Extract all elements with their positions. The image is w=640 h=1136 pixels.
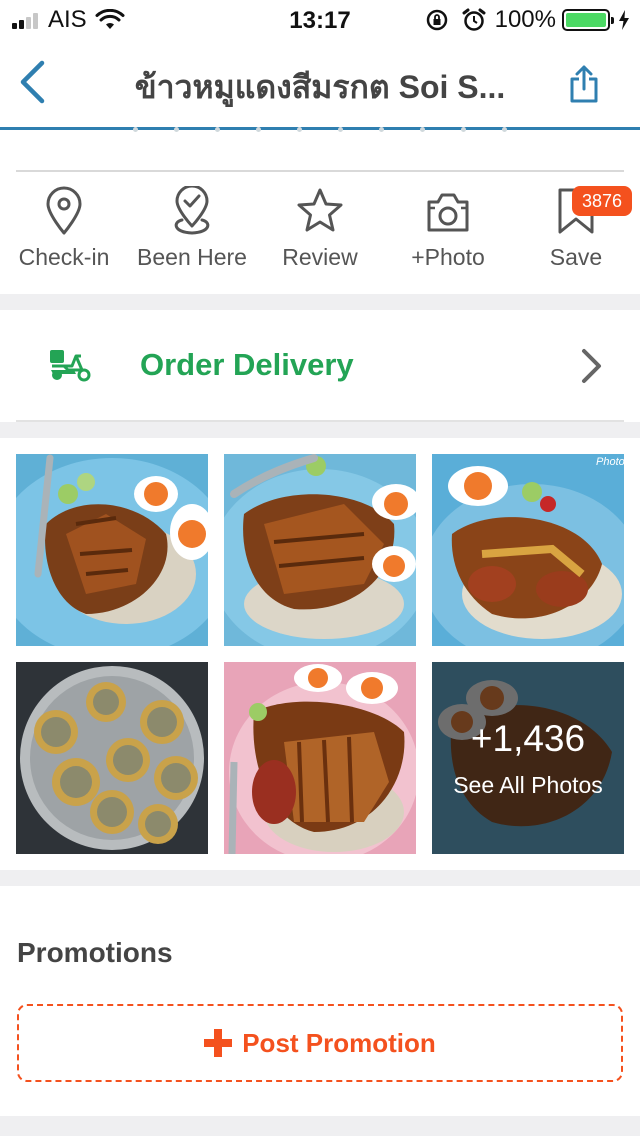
scooter-icon [50,350,91,382]
post-promotion-button[interactable]: Post Promotion [17,1004,623,1082]
post-promotion-label: Post Promotion [242,1027,436,1058]
been-here-button[interactable]: Been Here [128,186,256,286]
star-icon [297,188,343,232]
add-photo-label: +Photo [411,244,485,270]
been-here-label: Been Here [137,244,247,270]
section-gap [0,870,640,886]
save-count-badge: 3876 [572,186,632,216]
battery-percent: 100% [494,6,556,33]
charging-icon [619,10,629,30]
pin-check-icon [174,186,210,235]
order-delivery-label: Order Delivery [140,347,354,382]
chevron-right-icon [582,349,601,383]
soup-photo[interactable] [16,662,208,854]
food-photo-5[interactable] [224,662,416,854]
section-gap [0,1116,640,1136]
page-indicator-dots [0,127,640,135]
nav-bar: ข้าวหมูแดงสีมรกต Soi S... [0,40,640,130]
alarm-icon [462,8,486,31]
review-button[interactable]: Review [256,186,384,286]
photo-watermark: Photo [596,456,625,468]
food-photo-1[interactable] [16,454,208,646]
section-gap [0,294,640,310]
save-label: Save [549,244,603,270]
food-photo-3[interactable] [432,454,624,646]
location-pin-icon [46,186,82,235]
check-in-button[interactable]: Check-in [0,186,128,286]
food-photo-2[interactable] [224,454,416,646]
page-title: ข้าวหมูแดงสีมรกต Soi S... [134,69,506,105]
order-delivery-row[interactable]: Order Delivery [0,310,640,422]
see-all-photos-label: See All Photos [453,772,603,798]
share-button[interactable] [562,60,606,108]
share-icon [570,65,598,103]
action-bar: Check-in Been Here Review +Photo Save 38… [0,186,640,286]
plus-icon [204,1029,233,1057]
battery-icon [562,9,614,31]
rotation-lock-icon [426,9,447,31]
review-label: Review [282,244,358,270]
section-gap [0,422,640,438]
promotions-heading: Promotions [17,937,173,968]
add-photo-button[interactable]: +Photo [384,186,512,286]
back-button[interactable] [10,54,54,110]
camera-icon [427,193,469,232]
status-bar: AIS 13:17 100% [0,0,640,40]
see-all-photos-button[interactable]: +1,436 See All Photos [432,662,624,854]
chevron-left-icon [20,60,45,104]
more-photos-count: +1,436 [470,718,586,759]
check-in-label: Check-in [18,244,110,270]
divider [16,170,624,172]
